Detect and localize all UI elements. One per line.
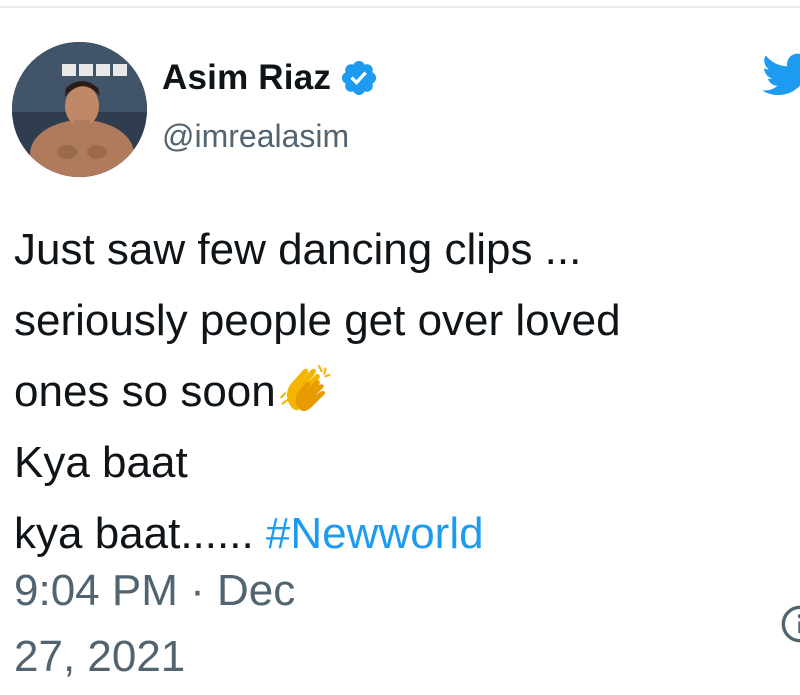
tweet-line-text: kya baat...... (14, 509, 254, 558)
hashtag-link[interactable]: #Newworld (266, 509, 484, 558)
author-handle[interactable]: @imrealasim (162, 118, 349, 155)
avatar-image (12, 42, 147, 177)
tweet-text: Just saw few dancing clips ... seriously… (14, 214, 794, 569)
tweet-line: Just saw few dancing clips ... (14, 225, 582, 274)
author-name-row[interactable]: Asim Riaz (162, 58, 379, 98)
timestamp-time-line: 9:04 PM · Dec (14, 566, 296, 615)
verified-badge-icon (341, 60, 377, 96)
divider (0, 6, 800, 8)
tweet-line: ones so soon (14, 356, 794, 427)
info-icon[interactable] (780, 604, 800, 644)
tweet-line: seriously people get over loved (14, 296, 621, 345)
avatar[interactable] (12, 42, 147, 177)
tweet-card: Asim Riaz @imrealasim Just saw few danci… (0, 0, 800, 695)
author-display-name[interactable]: Asim Riaz (162, 58, 331, 98)
twitter-bird-icon[interactable] (762, 52, 800, 98)
tweet-line-text: ones so soon (14, 367, 276, 416)
timestamp-date-line: 27, 2021 (14, 632, 186, 681)
tweet-timestamp[interactable]: 9:04 PM · Dec 27, 2021 (14, 558, 434, 690)
tweet-line: Kya baat (14, 438, 188, 487)
clapping-hands-icon (280, 364, 331, 412)
